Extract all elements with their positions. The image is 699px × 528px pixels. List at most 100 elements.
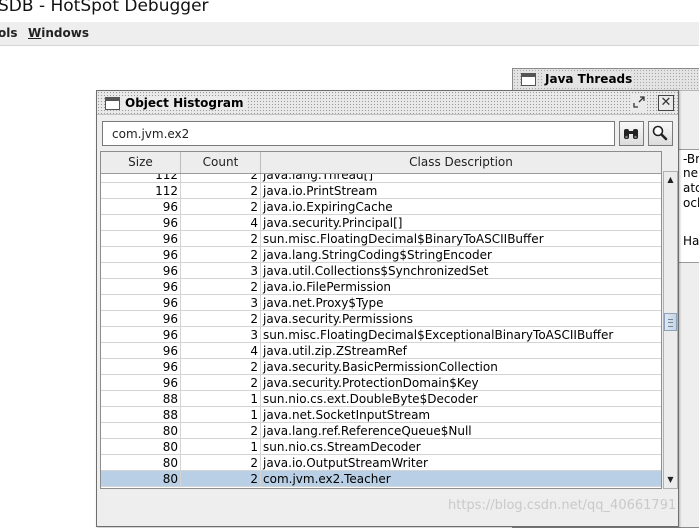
class-description-cell: java.security.ProtectionDomain$Key	[263, 376, 479, 390]
app-title: SDB - HotSpot Debugger	[0, 0, 209, 16]
menu-tools-label: ols	[0, 26, 18, 40]
class-description-cell: java.io.OutputStreamWriter	[263, 456, 428, 470]
class-description-cell: sun.misc.FloatingDecimal$BinaryToASCIIBu…	[263, 232, 544, 246]
size-cell: 80	[101, 439, 181, 455]
scroll-up-arrow-icon[interactable]: ▲	[664, 172, 677, 188]
vertical-scrollbar[interactable]: ▲ ▼	[663, 171, 678, 489]
size-cell: 96	[101, 279, 181, 295]
class-description-cell: java.lang.ref.ReferenceQueue$Null	[263, 424, 472, 438]
restore-button[interactable]	[631, 95, 647, 111]
table-row[interactable]: 112 2 java.io.PrintStream	[101, 183, 661, 199]
column-header-size[interactable]: Size	[101, 152, 181, 173]
table-row[interactable]: 96 3 java.net.Proxy$Type	[101, 295, 661, 311]
menu-windows-mnemonic: W	[28, 26, 42, 40]
column-header-count[interactable]: Count	[181, 152, 261, 173]
class-description-cell: java.net.SocketInputStream	[263, 408, 431, 422]
table-row[interactable]: 96 2 java.security.BasicPermissionCollecti…	[101, 359, 661, 375]
table-row[interactable]: 96 3 sun.misc.FloatingDecimal$ExceptionalB…	[101, 327, 661, 343]
count-cell: 3	[181, 295, 261, 311]
count-cell: 2	[181, 471, 261, 487]
menu-windows[interactable]: Windows	[28, 26, 89, 40]
class-description-cell: sun.misc.FloatingDecimal$ExceptionalBina…	[263, 328, 614, 342]
count-cell: 2	[181, 174, 261, 183]
count-cell: 2	[181, 231, 261, 247]
table-row[interactable]: 96 2 java.security.Permissions	[101, 311, 661, 327]
count-cell: 2	[181, 359, 261, 375]
watermark: https://blog.csdn.net/qq_40661791	[448, 498, 677, 513]
count-cell: 3	[181, 263, 261, 279]
class-description-cell: java.io.ExpiringCache	[263, 200, 393, 214]
count-cell: 3	[181, 327, 261, 343]
count-cell: 2	[181, 183, 261, 199]
search-input[interactable]	[102, 121, 615, 146]
histogram-table[interactable]: Size Count Class Description 112 2 java.la…	[100, 151, 662, 489]
table-row[interactable]: 80 2 com.jvm.ex2.Teacher	[101, 471, 661, 487]
scroll-thumb[interactable]	[664, 313, 677, 331]
count-cell: 4	[181, 343, 261, 359]
close-icon: ✕	[660, 95, 672, 110]
menubar: ols Windows	[0, 22, 699, 46]
table-row[interactable]: 80 1 sun.nio.cs.StreamDecoder	[101, 439, 661, 455]
binoculars-icon	[624, 129, 638, 139]
menu-windows-label: indows	[41, 26, 89, 40]
class-description-cell: java.util.zip.ZStreamRef	[263, 344, 407, 358]
size-cell: 80	[101, 455, 181, 471]
table-row[interactable]: 88 1 sun.nio.cs.ext.DoubleByte$Decoder	[101, 391, 661, 407]
table-row[interactable]: 96 2 sun.misc.FloatingDecimal$BinaryToASCI…	[101, 231, 661, 247]
size-cell: 96	[101, 247, 181, 263]
menu-tools[interactable]: ols	[0, 26, 18, 40]
size-cell: 96	[101, 215, 181, 231]
table-row[interactable]: 96 4 java.security.Principal[]	[101, 215, 661, 231]
count-cell: 2	[181, 375, 261, 391]
size-cell: 96	[101, 311, 181, 327]
table-row[interactable]: 96 2 java.security.ProtectionDomain$Key	[101, 375, 661, 391]
size-cell: 96	[101, 231, 181, 247]
count-cell: 2	[181, 423, 261, 439]
table-row[interactable]: 96 2 java.io.ExpiringCache	[101, 199, 661, 215]
count-cell: 2	[181, 279, 261, 295]
table-row[interactable]: 80 2 java.lang.ref.ReferenceQueue$Null	[101, 423, 661, 439]
size-cell: 96	[101, 359, 181, 375]
table-header: Size Count Class Description	[101, 152, 661, 174]
table-row[interactable]: 112 2 java.lang.Thread[]	[101, 174, 661, 183]
table-row[interactable]: 96 4 java.util.zip.ZStreamRef	[101, 343, 661, 359]
size-cell: 112	[101, 174, 181, 183]
size-cell: 112	[101, 183, 181, 199]
size-cell: 80	[101, 471, 181, 487]
thread-item[interactable]: ock	[683, 196, 699, 210]
java-threads-titlebar[interactable]: Java Threads	[513, 69, 699, 91]
close-button[interactable]: ✕	[658, 95, 674, 111]
thread-item[interactable]: Har	[683, 234, 699, 248]
size-cell: 96	[101, 199, 181, 215]
class-description-cell: java.security.Principal[]	[263, 216, 403, 230]
object-histogram-window[interactable]: Object Histogram ✕ Size Count Class Desc…	[96, 90, 679, 527]
class-description-cell: java.io.FilePermission	[263, 280, 392, 294]
class-description-cell: java.lang.Thread[]	[263, 174, 374, 182]
find-next-button[interactable]	[648, 121, 673, 146]
table-row[interactable]: 96 2 java.lang.StringCoding$StringEncoder	[101, 247, 661, 263]
count-cell: 2	[181, 199, 261, 215]
class-description-cell: java.net.Proxy$Type	[263, 296, 384, 310]
count-cell: 1	[181, 439, 261, 455]
table-body[interactable]: 112 2 java.lang.Thread[] 112 2 java.io.PrintS…	[101, 174, 661, 488]
class-description-cell: java.security.BasicPermissionCollection	[263, 360, 498, 374]
restore-icon	[633, 96, 645, 108]
size-cell: 96	[101, 343, 181, 359]
class-description-cell: java.lang.StringCoding$StringEncoder	[263, 248, 492, 262]
thread-item[interactable]: ner	[683, 166, 699, 180]
size-cell: 96	[101, 263, 181, 279]
class-description-cell: java.util.Collections$SynchronizedSet	[263, 264, 489, 278]
thread-item[interactable]: -Br	[683, 152, 699, 166]
count-cell: 1	[181, 407, 261, 423]
table-row[interactable]: 80 2 java.io.OutputStreamWriter	[101, 455, 661, 471]
size-cell: 96	[101, 295, 181, 311]
table-row[interactable]: 88 1 java.net.SocketInputStream	[101, 407, 661, 423]
find-button[interactable]	[619, 121, 644, 146]
table-row[interactable]: 96 2 java.io.FilePermission	[101, 279, 661, 295]
column-header-class-description[interactable]: Class Description	[261, 152, 661, 173]
scroll-down-arrow-icon[interactable]: ▼	[664, 472, 677, 488]
object-histogram-titlebar[interactable]: Object Histogram ✕	[97, 91, 678, 115]
table-row[interactable]: 96 3 java.util.Collections$SynchronizedSet	[101, 263, 661, 279]
count-cell: 4	[181, 215, 261, 231]
thread-item[interactable]: atc	[683, 181, 699, 195]
